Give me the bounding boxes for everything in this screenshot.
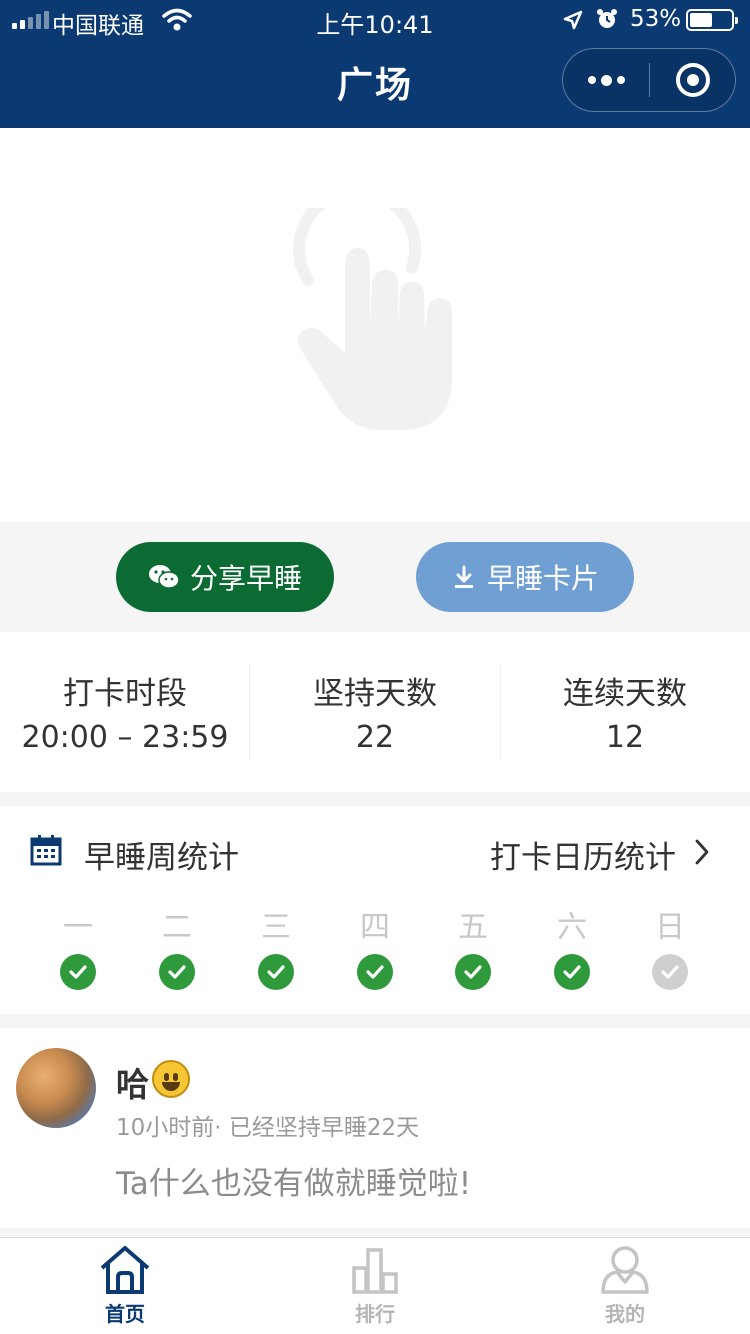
grinning-face-emoji xyxy=(152,1060,190,1098)
avatar[interactable] xyxy=(16,1048,96,1128)
post-text: Ta什么也没有做就睡觉啦! xyxy=(116,1166,472,1202)
battery-percent: 53% xyxy=(630,6,682,32)
ranking-bars-icon xyxy=(352,1248,398,1294)
tap-hand-icon xyxy=(293,208,452,430)
tab-ranking[interactable]: 排行 xyxy=(250,1238,500,1334)
tab-label: 排行 xyxy=(355,1302,395,1326)
stats-panel: 打卡时段 20:00 – 23:59 坚持天数 22 连续天数 12 xyxy=(0,632,750,792)
weekday-label: 四 xyxy=(360,910,390,945)
stat-label: 打卡时段 xyxy=(63,676,187,712)
stat-streak-days: 连续天数 12 xyxy=(500,632,750,792)
check-pending-icon xyxy=(652,954,688,990)
weekday-label: 六 xyxy=(557,910,587,945)
stat-label: 连续天数 xyxy=(563,676,687,712)
week-stats-title: 早睡周统计 xyxy=(84,840,239,876)
stat-label: 坚持天数 xyxy=(313,676,437,712)
home-icon xyxy=(100,1246,150,1294)
stat-value: 12 xyxy=(605,720,645,755)
weekday-label: 日 xyxy=(655,910,685,945)
download-icon xyxy=(454,565,473,588)
post-meta: 10小时前· 已经坚持早睡22天 xyxy=(116,1115,420,1141)
tab-mine[interactable]: 我的 xyxy=(500,1238,750,1334)
tab-label: 首页 xyxy=(105,1302,145,1326)
status-bar: 中国联通 上午10:41 53% xyxy=(0,0,750,40)
stat-total-days: 坚持天数 22 xyxy=(250,632,500,792)
target-circle-icon[interactable] xyxy=(676,63,710,97)
check-done-icon xyxy=(60,954,96,990)
stat-value: 20:00 – 23:59 xyxy=(21,720,229,755)
weekday-label: 二 xyxy=(162,910,192,945)
alarm-icon xyxy=(597,9,617,28)
feed-item[interactable]: 哈 10小时前· 已经坚持早睡22天 Ta什么也没有做就睡觉啦! xyxy=(0,1028,750,1228)
action-band: 分享早睡 早睡卡片 xyxy=(0,522,750,632)
weekday-label: 五 xyxy=(458,910,488,945)
capsule-divider xyxy=(649,63,650,97)
navigation-bar: 中国联通 上午10:41 53% 广场 xyxy=(0,0,750,128)
weekday-label: 一 xyxy=(63,910,93,945)
stat-value: 22 xyxy=(355,720,395,755)
tab-label: 我的 xyxy=(605,1302,645,1326)
hero-area[interactable] xyxy=(0,128,750,522)
check-done-icon xyxy=(159,954,195,990)
check-done-icon xyxy=(455,954,491,990)
calendar-icon xyxy=(30,835,62,866)
battery-icon xyxy=(686,9,738,31)
sleep-card-button[interactable]: 早睡卡片 xyxy=(416,542,634,612)
chevron-right-icon[interactable] xyxy=(694,838,710,866)
menu-capsule xyxy=(562,48,736,112)
sleep-card-button-label: 早睡卡片 xyxy=(486,562,599,595)
more-dots-icon[interactable] xyxy=(563,49,650,111)
calendar-stats-link[interactable]: 打卡日历统计 xyxy=(490,832,676,877)
stat-checkin-period: 打卡时段 20:00 – 23:59 xyxy=(0,632,250,792)
check-done-icon xyxy=(258,954,294,990)
share-button[interactable]: 分享早睡 xyxy=(116,542,334,612)
weekday-label: 三 xyxy=(261,910,291,945)
tab-home[interactable]: 首页 xyxy=(0,1238,250,1334)
share-button-label: 分享早睡 xyxy=(189,562,302,595)
check-done-icon xyxy=(357,954,393,990)
user-name[interactable]: 哈 xyxy=(116,1058,149,1106)
location-arrow-icon xyxy=(563,10,583,30)
week-stats-panel: 早睡周统计 打卡日历统计 一 二 三 四 五 六 日 xyxy=(0,806,750,1014)
wechat-icon xyxy=(148,565,180,589)
check-done-icon xyxy=(554,954,590,990)
user-icon xyxy=(601,1246,649,1294)
tab-bar: 首页 排行 我的 xyxy=(0,1237,750,1334)
